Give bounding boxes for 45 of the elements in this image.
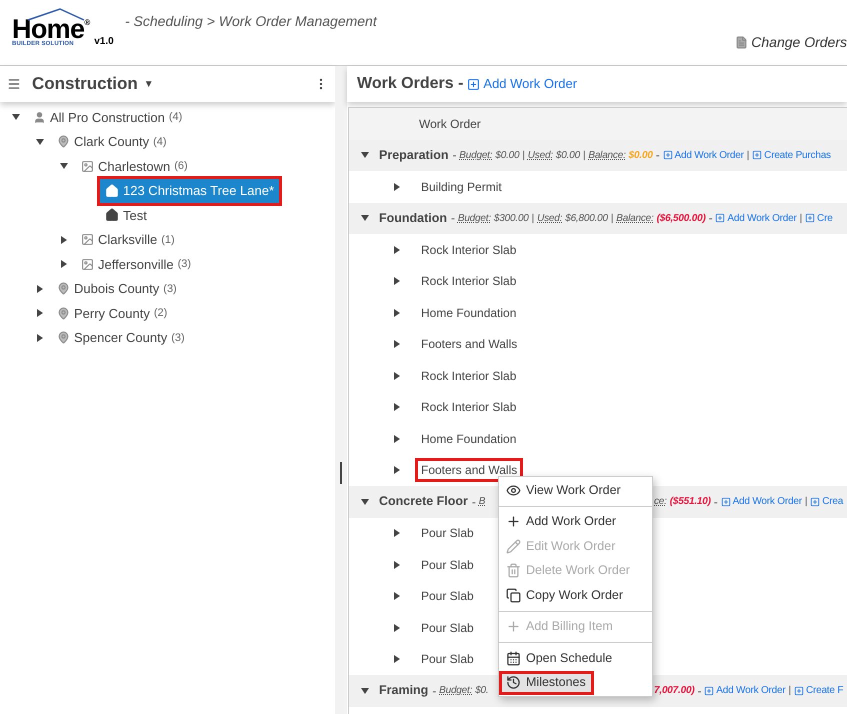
summary-label: Budget: [458, 212, 491, 226]
balance-value: 7,007.00) [654, 684, 694, 698]
column-header: Work Order [419, 116, 481, 133]
separator-text: | [582, 148, 586, 163]
separator-text: | [804, 495, 808, 510]
dash-text: - [697, 682, 702, 700]
registered-mark: ® [84, 17, 90, 29]
dash-text: - [452, 147, 456, 164]
balance-value: ($551.10) [670, 495, 711, 510]
summary-label: Used: [528, 148, 553, 163]
group-name: Framing [379, 682, 428, 700]
separator-text: | [746, 148, 750, 163]
summary-label: Budget: [459, 148, 492, 163]
dash-text: - [432, 682, 436, 700]
balance-value: ($6,500.00) [656, 212, 706, 226]
version-label: v1.0 [94, 35, 114, 49]
summary-label: Balance: [588, 148, 626, 163]
group-name: Preparation [379, 146, 448, 164]
summary-value: $0.00 [495, 148, 520, 163]
summary-label: Balance: [616, 212, 654, 226]
summary-value: $0.00 [556, 148, 580, 163]
summary-value: $300.00 [494, 212, 529, 226]
summary-value: $6,800.00 [565, 212, 608, 226]
summary-label: Used: [537, 212, 562, 226]
group-name: Foundation [379, 210, 448, 227]
separator-text: | [610, 212, 614, 226]
separator-text: | [788, 684, 791, 698]
caret-icon: ▼ [144, 76, 154, 92]
separator-text: | [532, 212, 534, 226]
dash-text: - [714, 494, 718, 511]
summary-label: ce: [654, 495, 667, 510]
dash-text: - [472, 494, 476, 511]
logo-word: Home [12, 17, 84, 41]
summary-value: $0. [475, 684, 488, 698]
separator-text: | [522, 148, 525, 163]
balance-value: $0.00 [628, 148, 653, 163]
dash-text: - [708, 210, 712, 228]
group-name: Concrete Floor [379, 493, 468, 510]
dash-text: - [451, 210, 455, 228]
separator-text: | [800, 212, 802, 226]
breadcrumb: - Scheduling > Work Order Management [125, 12, 378, 31]
summary-label: Budget: [439, 684, 472, 698]
dash-text: - [656, 147, 660, 164]
panel-title: Work Orders - [357, 74, 464, 94]
summary-label: B [478, 495, 486, 510]
